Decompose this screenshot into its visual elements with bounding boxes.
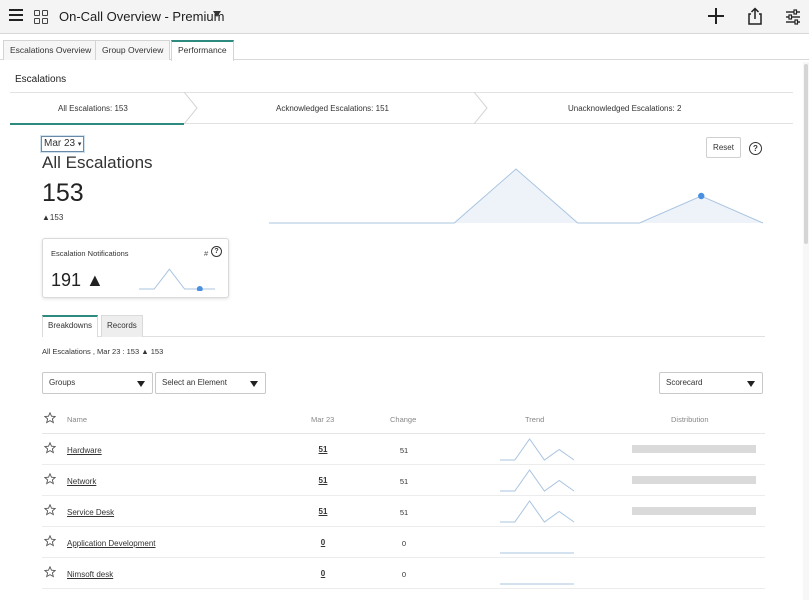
date-select-value: Mar 23 <box>44 138 76 149</box>
sparkline-line <box>500 469 575 492</box>
row-change: 0 <box>401 570 407 579</box>
row-change: 51 <box>399 477 409 486</box>
step-separator <box>184 92 198 124</box>
tab-records[interactable]: Records <box>101 315 143 337</box>
row-value-link[interactable]: 51 <box>312 507 334 516</box>
star-icon[interactable] <box>44 566 56 578</box>
table-row: Hardware 51 51 <box>42 434 765 465</box>
row-trend-sparkline <box>500 552 574 554</box>
column-header-change[interactable]: Change <box>390 415 416 424</box>
element-select[interactable]: Select an Element <box>155 372 266 394</box>
kpi-delta: ▲153 <box>42 213 64 222</box>
menu-icon[interactable] <box>9 9 23 23</box>
step-separator <box>474 92 488 124</box>
star-icon[interactable] <box>44 412 56 424</box>
row-value-link[interactable]: 51 <box>312 445 334 454</box>
dashboard-title[interactable]: On-Call Overview - Premium <box>59 9 224 24</box>
chevron-down-icon <box>747 381 755 387</box>
groups-select-value: Groups <box>49 378 76 387</box>
help-icon[interactable]: ? <box>749 142 762 155</box>
tab-breakdowns[interactable]: Breakdowns <box>42 315 99 337</box>
sparkline-line <box>500 438 575 461</box>
star-icon[interactable] <box>44 473 56 485</box>
column-header-trend: Trend <box>525 415 545 424</box>
row-name-link[interactable]: Service Desk <box>67 508 114 517</box>
star-icon[interactable] <box>44 504 56 516</box>
sparkline-current-point <box>196 286 203 291</box>
row-value-link[interactable]: 0 <box>312 569 334 578</box>
column-header-date[interactable]: Mar 23 <box>311 415 334 424</box>
row-name-link[interactable]: Network <box>67 477 96 486</box>
row-name-link[interactable]: Hardware <box>67 446 102 455</box>
column-header-distribution: Distribution <box>671 415 709 424</box>
help-icon[interactable]: ? <box>211 246 222 257</box>
share-icon[interactable] <box>747 7 763 25</box>
filter-icon[interactable] <box>785 9 801 25</box>
row-distribution-bar <box>632 507 756 515</box>
row-trend-sparkline <box>500 583 574 585</box>
kpi-trend-chart <box>269 168 764 224</box>
chevron-down-icon: ▾ <box>77 141 82 148</box>
element-select-value: Select an Element <box>162 378 227 387</box>
plus-icon[interactable] <box>708 8 724 24</box>
groups-select[interactable]: Groups <box>42 372 153 394</box>
row-change: 0 <box>401 539 407 548</box>
step-all-escalations[interactable]: All Escalations: 153 <box>58 104 128 113</box>
card-hash: # <box>204 249 209 258</box>
escalation-notifications-card[interactable]: Escalation Notifications # ? 191 ▲ <box>42 238 229 298</box>
kpi-title: All Escalations <box>42 153 153 172</box>
chevron-down-icon[interactable] <box>213 11 221 17</box>
card-sparkline <box>139 268 215 291</box>
reset-button[interactable]: Reset <box>706 137 741 158</box>
tab-escalations-overview[interactable]: Escalations Overview <box>3 40 99 60</box>
step-unacknowledged-escalations[interactable]: Unacknowledged Escalations: 2 <box>568 104 681 113</box>
row-name-link[interactable]: Application Development <box>67 539 156 548</box>
grid-icon[interactable] <box>34 10 48 24</box>
breakdown-summary: All Escalations , Mar 23 : 153 ▲ 153 <box>42 347 164 356</box>
row-trend-sparkline <box>500 438 575 461</box>
escalation-steps: All Escalations: 153 Acknowledged Escala… <box>10 92 793 125</box>
section-title: Escalations <box>15 74 67 85</box>
row-distribution-bar <box>632 476 756 484</box>
row-name-link[interactable]: Nimsoft desk <box>67 570 113 579</box>
row-value-link[interactable]: 51 <box>312 476 334 485</box>
row-trend-sparkline <box>500 500 575 523</box>
sparkline-area <box>269 169 763 223</box>
star-icon[interactable] <box>44 535 56 547</box>
kpi-value[interactable]: 153 <box>42 179 84 208</box>
date-select[interactable]: Mar 23 ▾ <box>41 136 85 152</box>
row-value-link[interactable]: 0 <box>312 538 334 547</box>
card-title: Escalation Notifications <box>51 249 129 258</box>
column-header-name[interactable]: Name <box>67 415 87 424</box>
chevron-down-icon <box>250 381 258 387</box>
top-bar: On-Call Overview - Premium <box>0 0 809 34</box>
scrollbar[interactable] <box>803 62 809 600</box>
view-select-value: Scorecard <box>666 378 703 387</box>
view-select[interactable]: Scorecard <box>659 372 763 394</box>
sparkline-line <box>500 500 575 523</box>
table-row: Nimsoft desk 0 0 <box>42 558 765 589</box>
card-value: 191 ▲ <box>51 270 104 290</box>
dashboard-tabs: Escalations Overview Group Overview Perf… <box>0 34 809 61</box>
tab-performance[interactable]: Performance <box>171 40 234 61</box>
row-change: 51 <box>399 508 409 517</box>
sparkline-current-point <box>698 192 705 200</box>
chevron-down-icon <box>137 381 145 387</box>
row-change: 51 <box>399 446 409 455</box>
step-acknowledged-escalations[interactable]: Acknowledged Escalations: 151 <box>276 104 389 113</box>
table-header: Name Mar 23 Change Trend Distribution <box>42 410 765 434</box>
table-row: Application Development 0 0 <box>42 527 765 558</box>
tab-group-overview[interactable]: Group Overview <box>95 40 171 60</box>
active-step-indicator <box>10 123 184 125</box>
sparkline-line <box>139 268 215 290</box>
row-distribution-bar <box>632 445 756 453</box>
row-trend-sparkline <box>500 469 575 492</box>
breakdown-tabs: Breakdowns Records <box>42 314 765 337</box>
scrollbar-thumb[interactable] <box>804 64 808 244</box>
star-icon[interactable] <box>44 442 56 454</box>
table-row: Network 51 51 <box>42 465 765 496</box>
table-row: Service Desk 51 51 <box>42 496 765 527</box>
